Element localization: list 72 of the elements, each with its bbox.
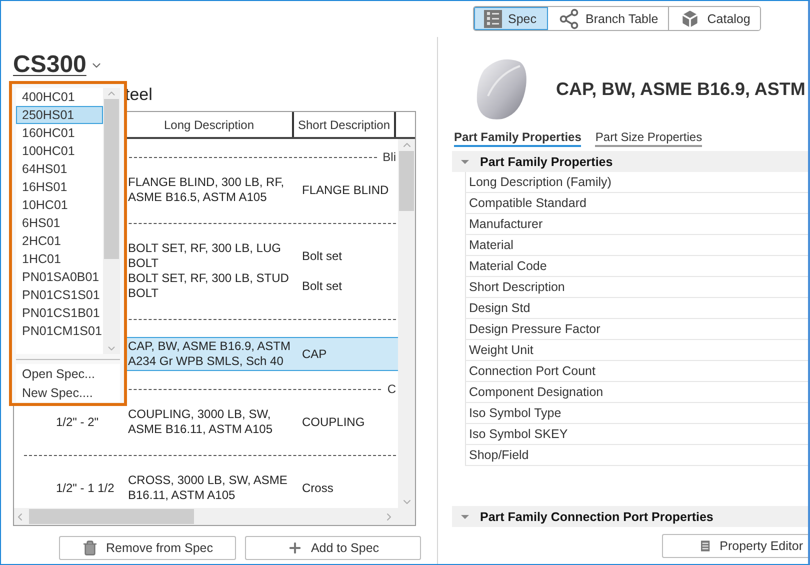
spec-option[interactable]: 6HS01 [16,214,103,232]
property-name[interactable]: Material [465,235,808,256]
list-scrollbar[interactable] [103,88,120,354]
property-name[interactable]: Long Description (Family) [465,172,808,193]
property-name[interactable]: Weight Unit [465,340,808,361]
short-description-cell: FLANGE BLIND [302,183,389,197]
spec-option[interactable]: 10HC01 [16,196,103,214]
short-description-cell: COUPLING [302,415,365,429]
spec-option[interactable]: 100HC01 [16,142,103,160]
size-cell: 1/2" - 2" [56,415,99,429]
group-label: C [387,382,396,396]
plus-icon [286,540,303,556]
size-cell: 1/2" - 1 1/2 [56,481,114,495]
property-name[interactable]: Compatible Standard [465,193,808,214]
property-name[interactable]: Iso Symbol Type [465,403,808,424]
spec-option[interactable]: PN01CS1S01 [16,286,103,304]
property-name[interactable]: Component Designation [465,382,808,403]
spec-option[interactable]: 250HS01 [16,106,103,124]
horizontal-scrollbar[interactable] [14,508,415,525]
group-header[interactable]: Part Family Properties [452,151,808,172]
short-description-cell: Cross [302,481,334,495]
short-description-cell: CAP [302,347,327,361]
table-row[interactable]: 1/2" - 1 1/2 CROSS, 3000 LB, SW, ASME B16.11, ASTM A105 Cross [14,473,398,503]
table-row[interactable]: 1/2" - 2" COUPLING, 3000 LB, SW, ASME B16.11, ASTM A105 COUPLING [14,407,398,437]
form-icon [701,538,710,554]
property-name[interactable]: Shop/Field [465,445,808,466]
remove-from-spec-button[interactable]: Remove from Spec [59,536,236,560]
group-title: Part Family Properties [480,154,613,168]
menu-action[interactable]: New Spec.... [16,383,120,402]
spec-name[interactable]: CS300 [13,51,86,79]
long-description-cell: COUPLING, 3000 LB, SW, ASME B16.11, ASTM A105 [128,407,273,436]
spec-option[interactable]: 160HC01 [16,124,103,142]
menu-action[interactable]: Open Spec... [16,364,120,383]
long-description-cell: FLANGE BLIND, 300 LB, RF, ASME B16.5, ASTM A105 [128,175,284,204]
property-name[interactable]: Design Std [465,298,808,319]
trash-icon [82,540,98,556]
share-icon [558,8,580,30]
long-description-cell: CAP, BW, ASME B16.9, ASTM A234 Gr WPB SMLS, Sch 40 [128,339,291,368]
spec-option[interactable]: 16HS01 [16,178,103,196]
long-description-cell: BOLT SET, RF, 300 LB, STUD BOLT [128,271,289,300]
short-description-cell: Bolt set [302,249,342,263]
spec-option[interactable]: PN01CM1S01 [16,322,103,340]
property-name[interactable]: Short Description [465,277,808,298]
spec-option[interactable]: 64HS01 [16,160,103,178]
property-name[interactable]: Manufacturer [465,214,808,235]
property-name[interactable]: Material Code [465,256,808,277]
long-description-cell: BOLT SET, RF, 300 LB, LUG BOLT [128,241,281,270]
group-header[interactable]: Part Family Connection Port Properties [452,506,808,527]
spec-option[interactable]: 1HC01 [16,250,103,268]
long-description-cell: CROSS, 3000 LB, SW, ASME B16.11, ASTM A105 [128,473,288,502]
part-title: CAP, BW, ASME B16.9, ASTM [556,78,806,100]
scroll-thumb[interactable] [29,509,194,524]
spec-option[interactable]: PN01CS1B01 [16,304,103,322]
properties-tab[interactable]: Part Size Properties [595,130,702,147]
property-editor-button[interactable]: Property Editor [662,534,808,558]
spec-option[interactable]: 400HC01 [16,88,103,106]
property-name[interactable]: Connection Port Count [465,361,808,382]
property-name[interactable]: Design Pressure Factor [465,319,808,340]
scroll-thumb[interactable] [104,99,119,259]
list-icon [484,10,502,28]
short-description-cell: Bolt set [302,279,342,293]
group-label: Bli [382,150,396,164]
add-to-spec-button[interactable]: Add to Spec [245,536,421,560]
property-name[interactable]: Iso Symbol SKEY [465,424,808,445]
view-tab[interactable]: Spec [474,7,548,30]
vertical-scrollbar[interactable] [398,139,415,508]
column-header[interactable]: Short Description [292,112,396,137]
spec-option[interactable]: 2HC01 [16,232,103,250]
properties-tab[interactable]: Part Family Properties [454,130,582,147]
group-title: Part Family Connection Port Properties [480,510,714,524]
scroll-thumb[interactable] [399,151,414,211]
spec-option[interactable]: PN01SA0B01 [16,268,103,286]
